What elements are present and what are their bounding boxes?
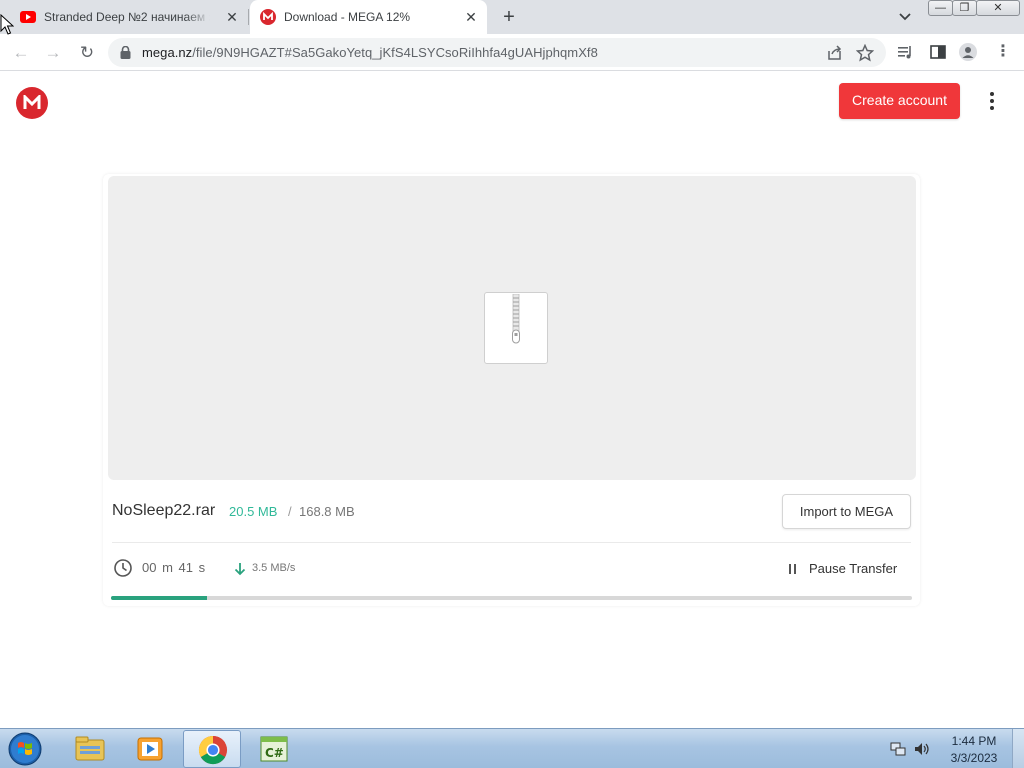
mega-page: Create account NoSleep22.rar 20.5 MB / 1… — [0, 72, 1024, 728]
create-account-button[interactable]: Create account — [839, 83, 960, 119]
explorer-icon — [75, 736, 105, 761]
more-options-icon[interactable] — [982, 90, 1002, 114]
url-path: /file/9N9HGAZT#Sa5GakoYetq_jKfS4LSYCsoRi… — [192, 45, 598, 60]
address-bar[interactable]: mega.nz/file/9N9HGAZT#Sa5GakoYetq_jKfS4L… — [108, 38, 886, 67]
reload-button[interactable]: ↻ — [76, 42, 98, 64]
download-arrow-icon — [234, 563, 246, 576]
new-tab-button[interactable]: + — [498, 6, 520, 28]
tab-mega[interactable]: Download - MEGA 12% ✕ — [250, 0, 487, 34]
minimize-icon: — — [935, 2, 946, 14]
minimize-button[interactable]: — — [928, 0, 953, 16]
forward-button[interactable]: → — [42, 42, 64, 64]
close-icon: ✕ — [993, 2, 1003, 14]
progress-bar — [111, 596, 912, 600]
pause-transfer-button[interactable]: Pause Transfer — [809, 561, 897, 576]
profile-avatar-icon[interactable] — [959, 43, 977, 61]
browser-toolbar: ← → ↻ mega.nz/file/9N9HGAZT#Sa5GakoYetq_… — [0, 34, 1024, 71]
time-remaining: 00 m 41 s — [142, 560, 206, 575]
restore-button[interactable]: ❐ — [952, 0, 977, 16]
share-icon[interactable] — [826, 44, 844, 62]
archive-file-icon — [484, 292, 548, 364]
url-text[interactable]: mega.nz/file/9N9HGAZT#Sa5GakoYetq_jKfS4L… — [142, 45, 598, 60]
taskbar-explorer[interactable] — [61, 730, 119, 768]
tab-youtube[interactable]: Stranded Deep №2 начинаем за ✕ — [12, 0, 248, 34]
side-panel-icon[interactable] — [929, 43, 947, 61]
back-button[interactable]: ← — [10, 42, 32, 64]
windows-taskbar: C# 1:44 PM 3/3/2023 — [0, 728, 1024, 768]
progress-fill — [111, 596, 208, 600]
import-to-mega-button[interactable]: Import to MEGA — [782, 494, 911, 529]
close-tab-icon[interactable]: ✕ — [224, 9, 240, 25]
divider — [112, 542, 911, 543]
transfer-speed: 3.5 MB/s — [252, 562, 296, 574]
tab-separator — [248, 9, 249, 25]
mouse-cursor-icon — [0, 14, 14, 35]
download-card: NoSleep22.rar 20.5 MB / 168.8 MB Import … — [103, 174, 920, 606]
youtube-icon — [20, 11, 36, 23]
taskbar-time[interactable]: 1:44 PM — [946, 734, 1002, 748]
taskbar-csharp[interactable]: C# — [245, 730, 303, 768]
file-name: NoSleep22.rar — [112, 502, 216, 519]
tab-search-chevron-icon[interactable] — [896, 9, 914, 25]
mega-logo[interactable] — [16, 87, 48, 119]
chrome-icon — [198, 735, 228, 765]
media-control-icon[interactable] — [896, 43, 914, 61]
downloaded-size: 20.5 MB — [229, 504, 278, 519]
close-window-button[interactable]: ✕ — [976, 0, 1020, 16]
bookmark-star-icon[interactable] — [856, 44, 874, 62]
network-icon[interactable] — [890, 741, 906, 757]
size-separator: / — [288, 504, 292, 519]
file-preview — [108, 176, 916, 480]
pause-icon[interactable] — [787, 563, 797, 575]
lock-icon[interactable] — [120, 46, 131, 59]
url-host: mega.nz — [142, 45, 193, 60]
tab-title: Download - MEGA 12% — [284, 10, 411, 24]
tab-title: Stranded Deep №2 начинаем за — [44, 10, 210, 24]
mega-m-icon — [23, 95, 41, 109]
start-button-icon[interactable] — [4, 730, 46, 768]
show-desktop-button[interactable] — [1012, 729, 1024, 768]
clock-icon — [114, 559, 132, 577]
svg-text:C#: C# — [265, 746, 284, 760]
volume-icon[interactable] — [914, 741, 930, 757]
media-player-icon — [137, 737, 163, 761]
taskbar-chrome[interactable] — [183, 730, 241, 768]
tab-strip: Stranded Deep №2 начинаем за ✕ Download … — [0, 0, 1024, 34]
mega-icon — [260, 9, 276, 25]
restore-icon: ❐ — [959, 2, 970, 14]
taskbar-date[interactable]: 3/3/2023 — [946, 751, 1002, 765]
browser-menu-icon[interactable]: ⋮ — [994, 43, 1012, 61]
taskbar-media-player[interactable] — [121, 730, 179, 768]
close-tab-icon[interactable]: ✕ — [463, 9, 479, 25]
csharp-icon: C# — [260, 736, 288, 762]
total-size: 168.8 MB — [299, 504, 355, 519]
